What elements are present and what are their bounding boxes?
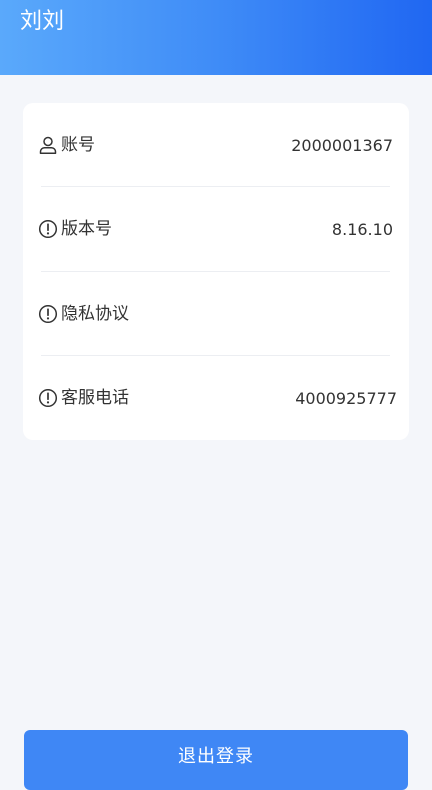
info-icon bbox=[38, 388, 58, 408]
app-header: 刘刘 bbox=[0, 0, 432, 75]
page-title: 刘刘 bbox=[20, 9, 65, 34]
settings-item-service-phone[interactable]: 客服电话 4000925777 bbox=[23, 356, 409, 440]
settings-card: 账号 2000001367 版本号 8.16.10 隐私协议 客服电话 4000… bbox=[23, 103, 409, 440]
settings-item-label: 版本号 bbox=[61, 219, 112, 239]
info-icon bbox=[38, 219, 58, 239]
logout-button[interactable]: 退出登录 bbox=[24, 730, 408, 790]
settings-item-label: 客服电话 bbox=[61, 388, 129, 408]
account-value: 2000001367 bbox=[291, 136, 393, 155]
settings-item-privacy[interactable]: 隐私协议 bbox=[23, 272, 409, 356]
info-icon bbox=[38, 304, 58, 324]
settings-item-label: 隐私协议 bbox=[61, 304, 129, 324]
settings-item-label: 账号 bbox=[61, 135, 95, 155]
settings-item-account[interactable]: 账号 2000001367 bbox=[23, 103, 409, 187]
user-icon bbox=[39, 136, 57, 154]
settings-item-version[interactable]: 版本号 8.16.10 bbox=[23, 187, 409, 271]
version-value: 8.16.10 bbox=[331, 220, 393, 239]
service-phone-value: 4000925777 bbox=[295, 389, 397, 408]
